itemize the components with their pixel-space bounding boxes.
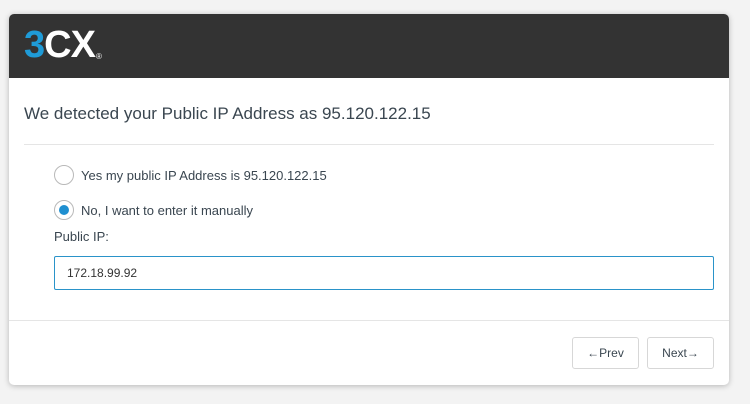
- header-bar: 3 CX ®: [9, 14, 729, 78]
- public-ip-input[interactable]: [54, 256, 714, 290]
- arrow-right-icon: →: [686, 346, 699, 360]
- prev-button-label: Prev: [599, 346, 624, 360]
- footer-divider: [9, 320, 729, 321]
- logo-accent-text: 3: [24, 24, 45, 66]
- public-ip-label: Public IP:: [54, 229, 109, 244]
- radio-unchecked-icon[interactable]: [54, 165, 74, 185]
- page-title: We detected your Public IP Address as 95…: [24, 104, 431, 123]
- option-yes-label: Yes my public IP Address is 95.120.122.1…: [81, 167, 327, 183]
- title-divider: [24, 144, 714, 145]
- registered-mark: ®: [95, 52, 102, 61]
- logo-text: CX: [44, 24, 96, 66]
- radio-checked-icon[interactable]: [54, 200, 74, 220]
- setup-wizard-card: 3 CX ® We detected your Public IP Address …: [9, 14, 729, 385]
- option-yes-detected-ip[interactable]: Yes my public IP Address is 95.120.122.1…: [54, 165, 327, 185]
- option-enter-manually[interactable]: No, I want to enter it manually: [54, 200, 253, 220]
- option-manual-label: No, I want to enter it manually: [81, 202, 253, 218]
- 3cx-logo: 3 CX ®: [24, 24, 102, 66]
- prev-button[interactable]: ← Prev: [572, 337, 639, 369]
- next-button[interactable]: Next →: [647, 337, 714, 369]
- arrow-left-icon: ←: [587, 346, 600, 360]
- next-button-label: Next: [662, 346, 687, 360]
